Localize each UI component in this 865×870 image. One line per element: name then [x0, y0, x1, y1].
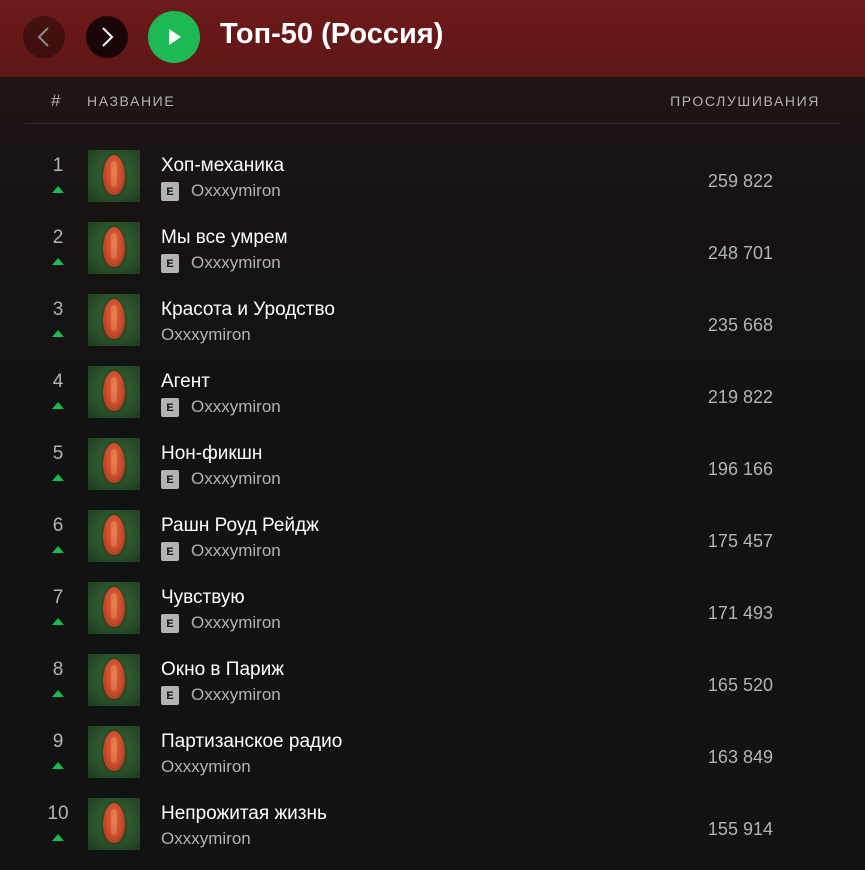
- track-row[interactable]: 4 Агент E Oxxxymiron 219 822: [0, 366, 865, 438]
- album-cover: [88, 798, 140, 850]
- back-button[interactable]: [23, 16, 65, 58]
- track-plays: 219 822: [707, 387, 773, 407]
- track-artist[interactable]: Oxxxymiron: [191, 253, 281, 273]
- explicit-badge: E: [161, 182, 179, 201]
- track-artist[interactable]: Oxxxymiron: [161, 325, 251, 345]
- track-plays: 163 849: [707, 747, 773, 767]
- chevron-right-icon: [102, 27, 114, 47]
- column-number-header: #: [51, 91, 61, 110]
- play-icon: [169, 29, 181, 45]
- track-artist[interactable]: Oxxxymiron: [191, 469, 281, 489]
- track-row[interactable]: 8 Окно в Париж E Oxxxymiron 165 520: [0, 654, 865, 726]
- track-title[interactable]: Нон-фикшн: [161, 443, 262, 465]
- trend-up-icon: [52, 618, 64, 625]
- album-cover: [88, 294, 140, 346]
- track-title[interactable]: Хоп-механика: [161, 155, 284, 177]
- track-plays: 196 166: [707, 459, 773, 479]
- play-button[interactable]: [148, 11, 200, 63]
- track-plays: 171 493: [707, 603, 773, 623]
- album-cover: [88, 438, 140, 490]
- trend-up-icon: [52, 402, 64, 409]
- track-plays: 155 914: [707, 819, 773, 839]
- track-row[interactable]: 10 Непрожитая жизнь Oxxxymiron 155 914: [0, 798, 865, 870]
- track-artist[interactable]: Oxxxymiron: [161, 757, 251, 777]
- chevron-left-icon: [37, 27, 49, 47]
- track-plays: 248 701: [707, 243, 773, 263]
- track-title[interactable]: Непрожитая жизнь: [161, 803, 327, 825]
- trend-up-icon: [52, 762, 64, 769]
- track-rank: 7: [52, 587, 64, 608]
- album-cover: [88, 654, 140, 706]
- track-title[interactable]: Окно в Париж: [161, 659, 284, 681]
- track-plays: 165 520: [707, 675, 773, 695]
- explicit-badge: E: [161, 542, 179, 561]
- column-plays-header[interactable]: ПРОСЛУШИВАНИЯ: [670, 93, 820, 109]
- trend-up-icon: [52, 186, 64, 193]
- track-row[interactable]: 9 Партизанское радио Oxxxymiron 163 849: [0, 726, 865, 798]
- explicit-badge: E: [161, 470, 179, 489]
- album-cover: [88, 222, 140, 274]
- track-row[interactable]: 5 Нон-фикшн E Oxxxymiron 196 166: [0, 438, 865, 510]
- forward-button[interactable]: [86, 16, 128, 58]
- track-artist[interactable]: Oxxxymiron: [191, 685, 281, 705]
- album-cover: [88, 366, 140, 418]
- track-rank: 6: [52, 515, 64, 536]
- track-rank: 3: [52, 299, 64, 320]
- track-rank: 9: [52, 731, 64, 752]
- explicit-badge: E: [161, 254, 179, 273]
- track-artist[interactable]: Oxxxymiron: [161, 829, 251, 849]
- track-rank: 4: [52, 371, 64, 392]
- track-row[interactable]: 6 Рашн Роуд Рейдж E Oxxxymiron 175 457: [0, 510, 865, 582]
- trend-up-icon: [52, 690, 64, 697]
- trend-up-icon: [52, 474, 64, 481]
- track-row[interactable]: 1 Хоп-механика E Oxxxymiron 259 822: [0, 150, 865, 222]
- track-plays: 175 457: [707, 531, 773, 551]
- track-title[interactable]: Мы все умрем: [161, 227, 288, 249]
- explicit-badge: E: [161, 614, 179, 633]
- track-rank: 5: [52, 443, 64, 464]
- track-list-header: # НАЗВАНИЕ ПРОСЛУШИВАНИЯ: [25, 77, 840, 124]
- track-row[interactable]: 7 Чувствую E Oxxxymiron 171 493: [0, 582, 865, 654]
- trend-up-icon: [52, 330, 64, 337]
- track-title[interactable]: Рашн Роуд Рейдж: [161, 515, 319, 537]
- track-plays: 235 668: [707, 315, 773, 335]
- top-bar: Топ-50 (Россия): [0, 0, 865, 77]
- track-row[interactable]: 2 Мы все умрем E Oxxxymiron 248 701: [0, 222, 865, 294]
- trend-up-icon: [52, 834, 64, 841]
- album-cover: [88, 582, 140, 634]
- track-list-area: # НАЗВАНИЕ ПРОСЛУШИВАНИЯ 1 Хоп-механика …: [0, 77, 865, 862]
- track-artist[interactable]: Oxxxymiron: [191, 541, 281, 561]
- album-cover: [88, 150, 140, 202]
- track-title[interactable]: Агент: [161, 371, 210, 393]
- album-cover: [88, 510, 140, 562]
- page-title: Топ-50 (Россия): [220, 18, 444, 50]
- trend-up-icon: [52, 546, 64, 553]
- track-title[interactable]: Партизанское радио: [161, 731, 342, 753]
- track-plays: 259 822: [707, 171, 773, 191]
- track-title[interactable]: Чувствую: [161, 587, 245, 609]
- track-row[interactable]: 3 Красота и Уродство Oxxxymiron 235 668: [0, 294, 865, 366]
- explicit-badge: E: [161, 686, 179, 705]
- track-rank: 8: [52, 659, 64, 680]
- track-list: 1 Хоп-механика E Oxxxymiron 259 822 2 Мы…: [0, 150, 865, 870]
- column-title-header[interactable]: НАЗВАНИЕ: [87, 93, 175, 109]
- track-rank: 10: [47, 803, 69, 824]
- track-artist[interactable]: Oxxxymiron: [191, 181, 281, 201]
- track-artist[interactable]: Oxxxymiron: [191, 613, 281, 633]
- album-cover: [88, 726, 140, 778]
- explicit-badge: E: [161, 398, 179, 417]
- track-rank: 1: [52, 155, 64, 176]
- trend-up-icon: [52, 258, 64, 265]
- track-title[interactable]: Красота и Уродство: [161, 299, 335, 321]
- track-rank: 2: [52, 227, 64, 248]
- track-artist[interactable]: Oxxxymiron: [191, 397, 281, 417]
